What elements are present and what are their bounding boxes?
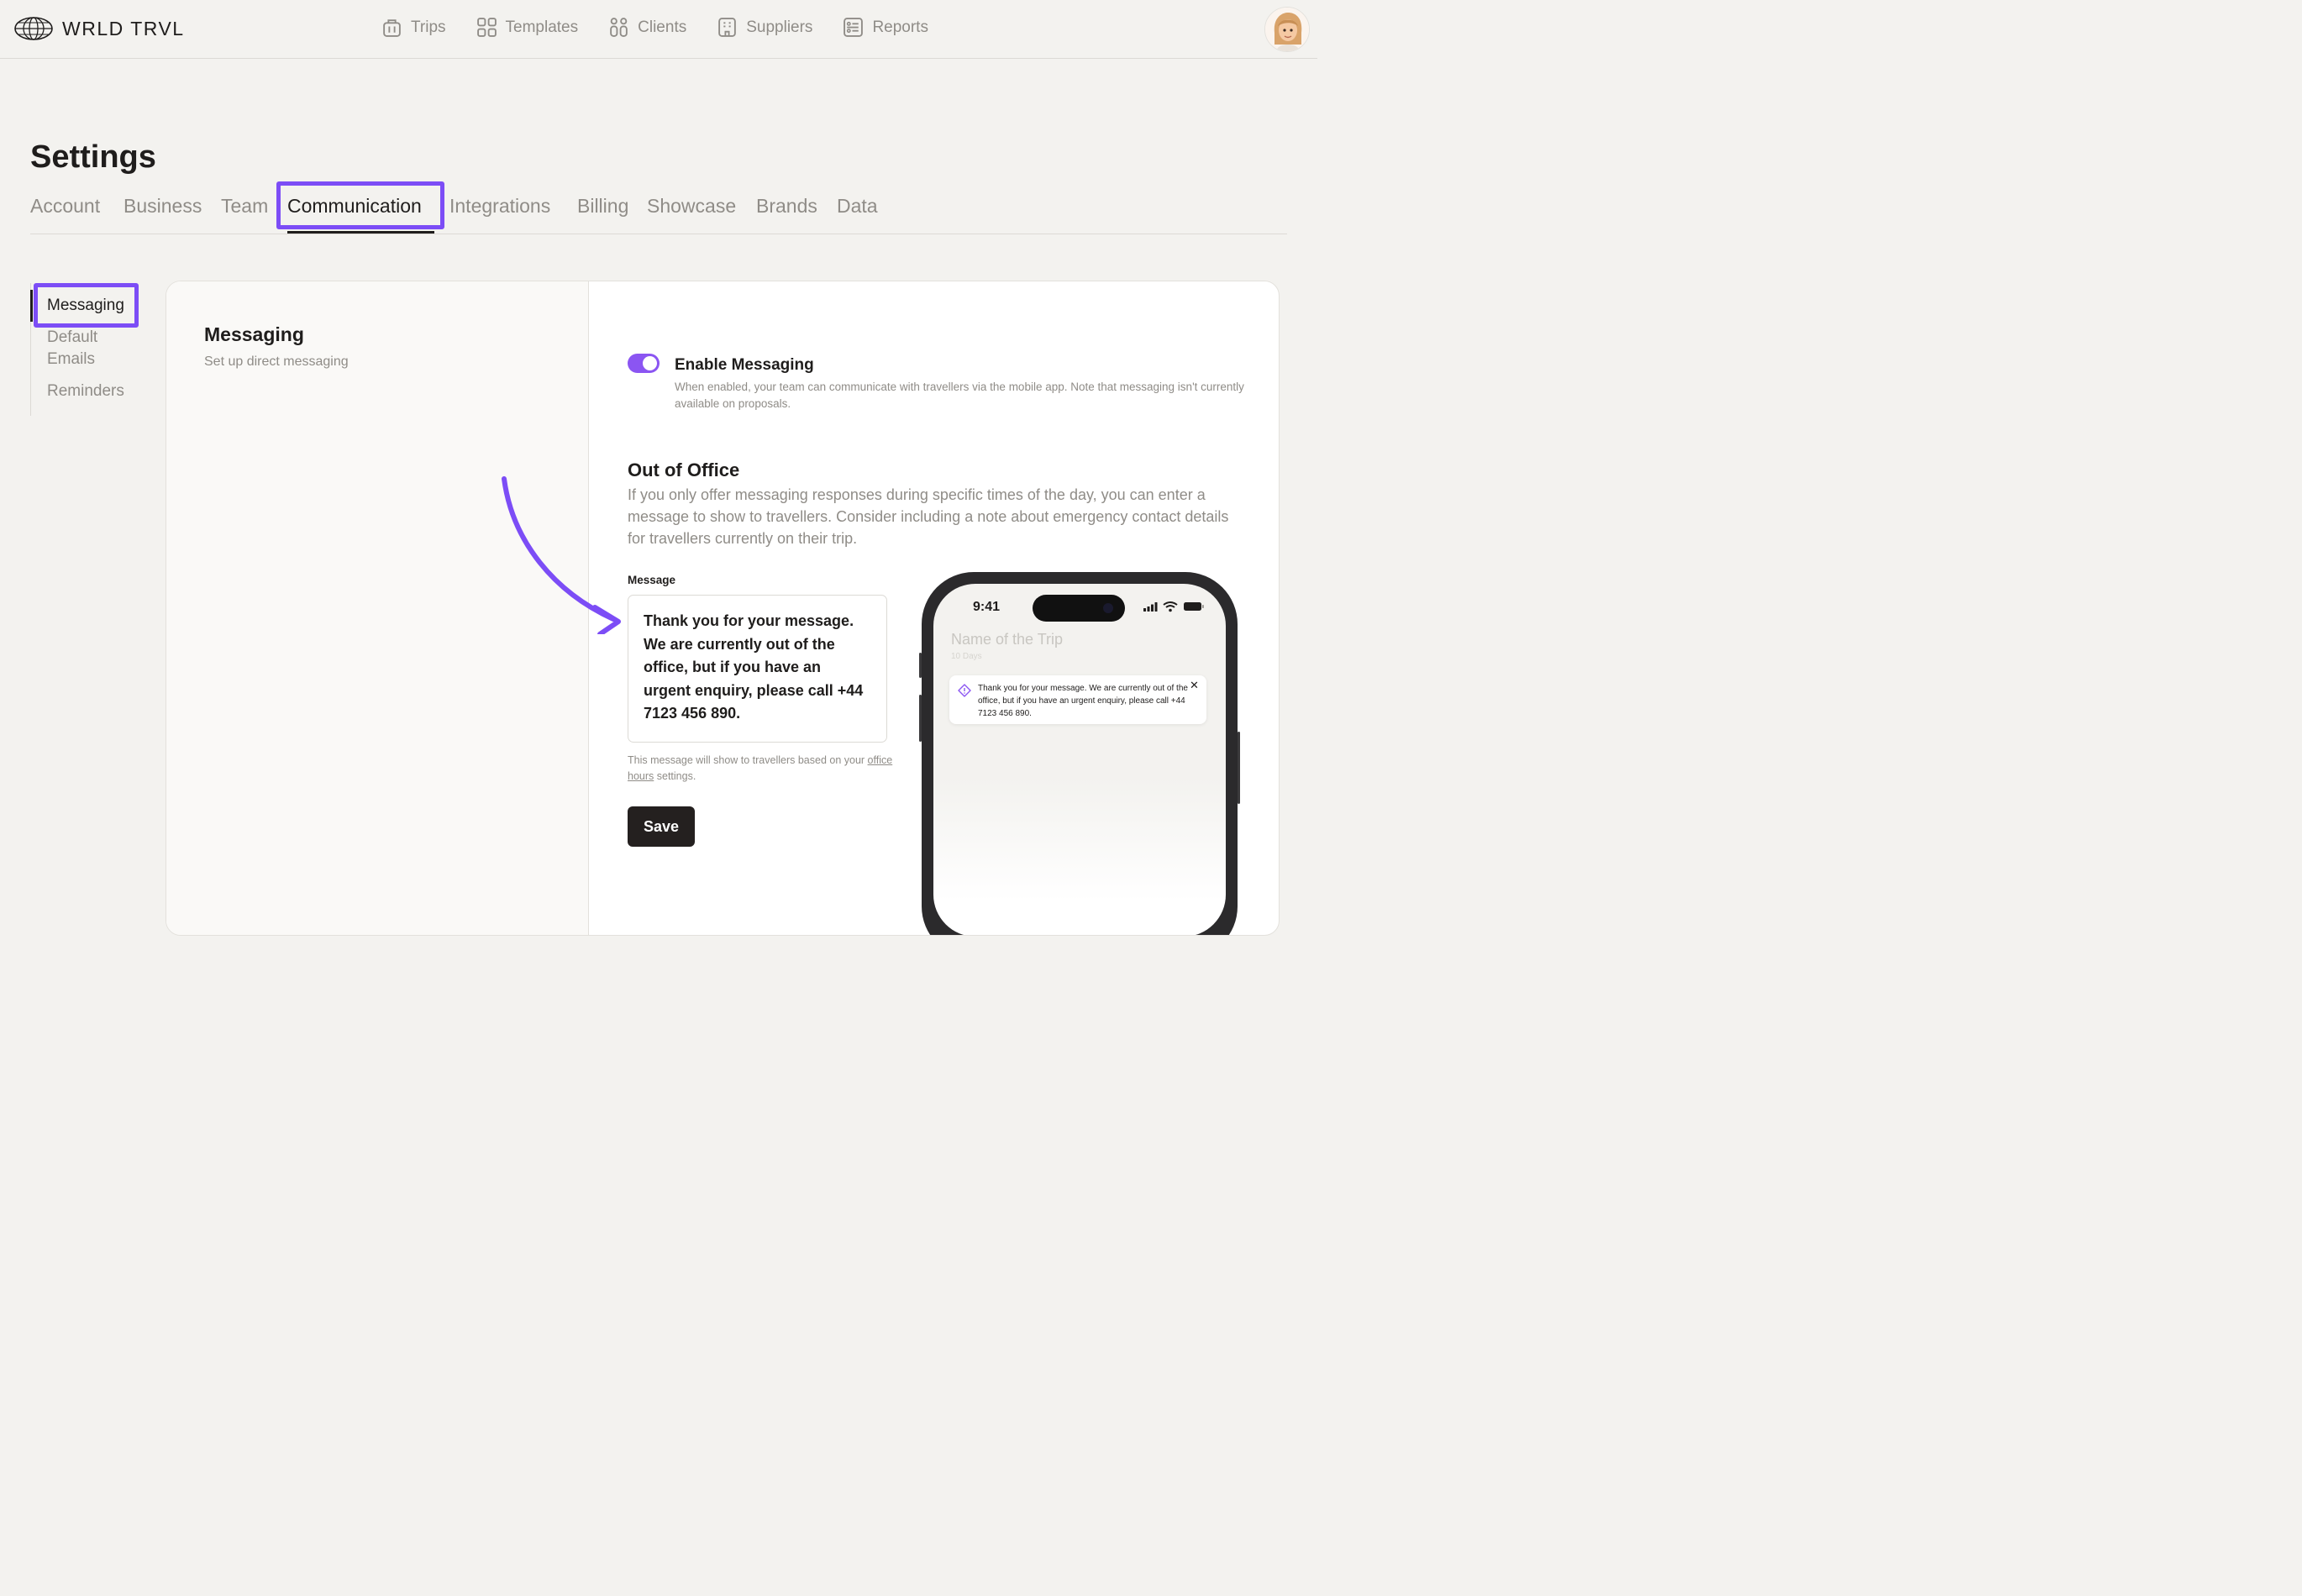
nav-item-clients[interactable]: Clients [608, 17, 686, 38]
message-textarea[interactable]: Thank you for your message. We are curre… [628, 595, 887, 743]
highlight-box-communication [276, 181, 444, 229]
trip-days: 10 Days [951, 652, 982, 661]
status-time: 9:41 [973, 600, 1001, 614]
phone-side-button [1238, 732, 1240, 804]
battery-icon [1184, 602, 1204, 611]
tab-billing[interactable]: Billing [577, 195, 628, 218]
sidenav-item-reminders[interactable]: Reminders [47, 381, 139, 402]
phone-preview: 9:41 Name of the Trip 10 Days Thank you … [919, 572, 1240, 935]
tab-showcase[interactable]: Showcase [647, 195, 736, 218]
tab-business[interactable]: Business [124, 195, 202, 218]
report-icon [843, 17, 864, 38]
suitcase-icon [381, 17, 402, 38]
nav-label: Templates [505, 18, 579, 36]
page-title: Settings [30, 139, 156, 175]
nav-label: Clients [638, 18, 687, 36]
active-tab-indicator [287, 231, 434, 234]
message-label: Message [628, 574, 676, 586]
building-icon [717, 17, 738, 38]
signal-icon [1143, 602, 1158, 612]
section-title: Messaging [204, 323, 304, 345]
annotation-arrow-icon [502, 476, 621, 634]
settings-tabs: Account Business Team Communication Inte… [30, 192, 1287, 234]
enable-messaging-label: Enable Messaging [675, 356, 814, 374]
tab-team[interactable]: Team [221, 195, 268, 218]
grid-icon [476, 17, 497, 38]
tab-data[interactable]: Data [837, 195, 878, 218]
out-of-office-toast: Thank you for your message. We are curre… [949, 675, 1206, 724]
phone-side-button [919, 695, 922, 742]
help-text-after: settings. [654, 770, 696, 782]
main-nav: Trips Templates Clients Suppliers Report… [381, 17, 928, 38]
tab-brands[interactable]: Brands [756, 195, 817, 218]
tab-integrations[interactable]: Integrations [449, 195, 550, 218]
help-text-before: This message will show to travellers bas… [628, 754, 868, 766]
brand-logo[interactable]: WRLD TRVL [13, 15, 185, 42]
globe-icon [13, 15, 54, 42]
dynamic-island [1033, 595, 1125, 622]
toggle-knob [643, 356, 657, 370]
tab-account[interactable]: Account [30, 195, 100, 218]
nav-label: Reports [872, 18, 928, 36]
phone-screen: 9:41 Name of the Trip 10 Days Thank you … [933, 584, 1226, 935]
enable-messaging-toggle[interactable] [628, 354, 660, 373]
wifi-icon [1163, 601, 1178, 612]
nav-item-templates[interactable]: Templates [476, 17, 579, 38]
nav-label: Suppliers [746, 18, 813, 36]
nav-item-reports[interactable]: Reports [843, 17, 928, 38]
highlight-box-messaging [34, 283, 139, 328]
avatar[interactable] [1264, 7, 1310, 52]
close-icon[interactable]: ✕ [1190, 679, 1199, 692]
nav-label: Trips [411, 18, 446, 36]
brand-name: WRLD TRVL [62, 17, 185, 39]
out-of-office-description: If you only offer messaging responses du… [628, 486, 1229, 547]
active-side-indicator [30, 290, 33, 322]
nav-item-suppliers[interactable]: Suppliers [717, 17, 812, 38]
settings-card: Messaging Set up direct messaging Enable… [166, 281, 1280, 936]
nav-item-trips[interactable]: Trips [381, 17, 446, 38]
enable-messaging-description: When enabled, your team can communicate … [675, 381, 1244, 410]
out-of-office-title: Out of Office [628, 459, 740, 480]
phone-side-button [919, 653, 922, 678]
save-button[interactable]: Save [628, 806, 695, 847]
camera-icon [1103, 603, 1113, 613]
sidenav-item-default-emails[interactable]: Default Emails [47, 327, 139, 370]
info-diamond-icon [958, 684, 971, 701]
top-bar: WRLD TRVL Trips Templates Clients Suppli… [0, 0, 1317, 59]
people-icon [608, 17, 629, 38]
message-help-text: This message will show to travellers bas… [628, 753, 896, 785]
toast-message: Thank you for your message. We are curre… [978, 684, 1188, 718]
trip-name: Name of the Trip [951, 631, 1064, 648]
section-subtitle: Set up direct messaging [204, 354, 349, 369]
status-icons [1143, 601, 1204, 617]
